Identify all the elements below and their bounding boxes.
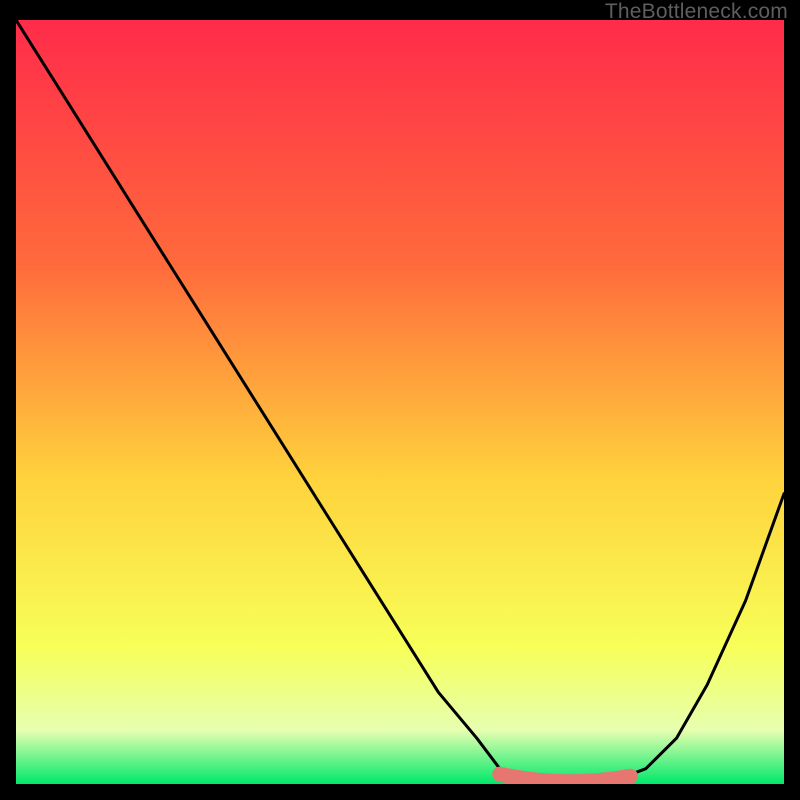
- chart-area: [16, 20, 784, 784]
- gradient-background: [16, 20, 784, 784]
- bottleneck-chart: [16, 20, 784, 784]
- optimal-range-highlight: [500, 774, 631, 782]
- watermark-label: TheBottleneck.com: [605, 0, 788, 24]
